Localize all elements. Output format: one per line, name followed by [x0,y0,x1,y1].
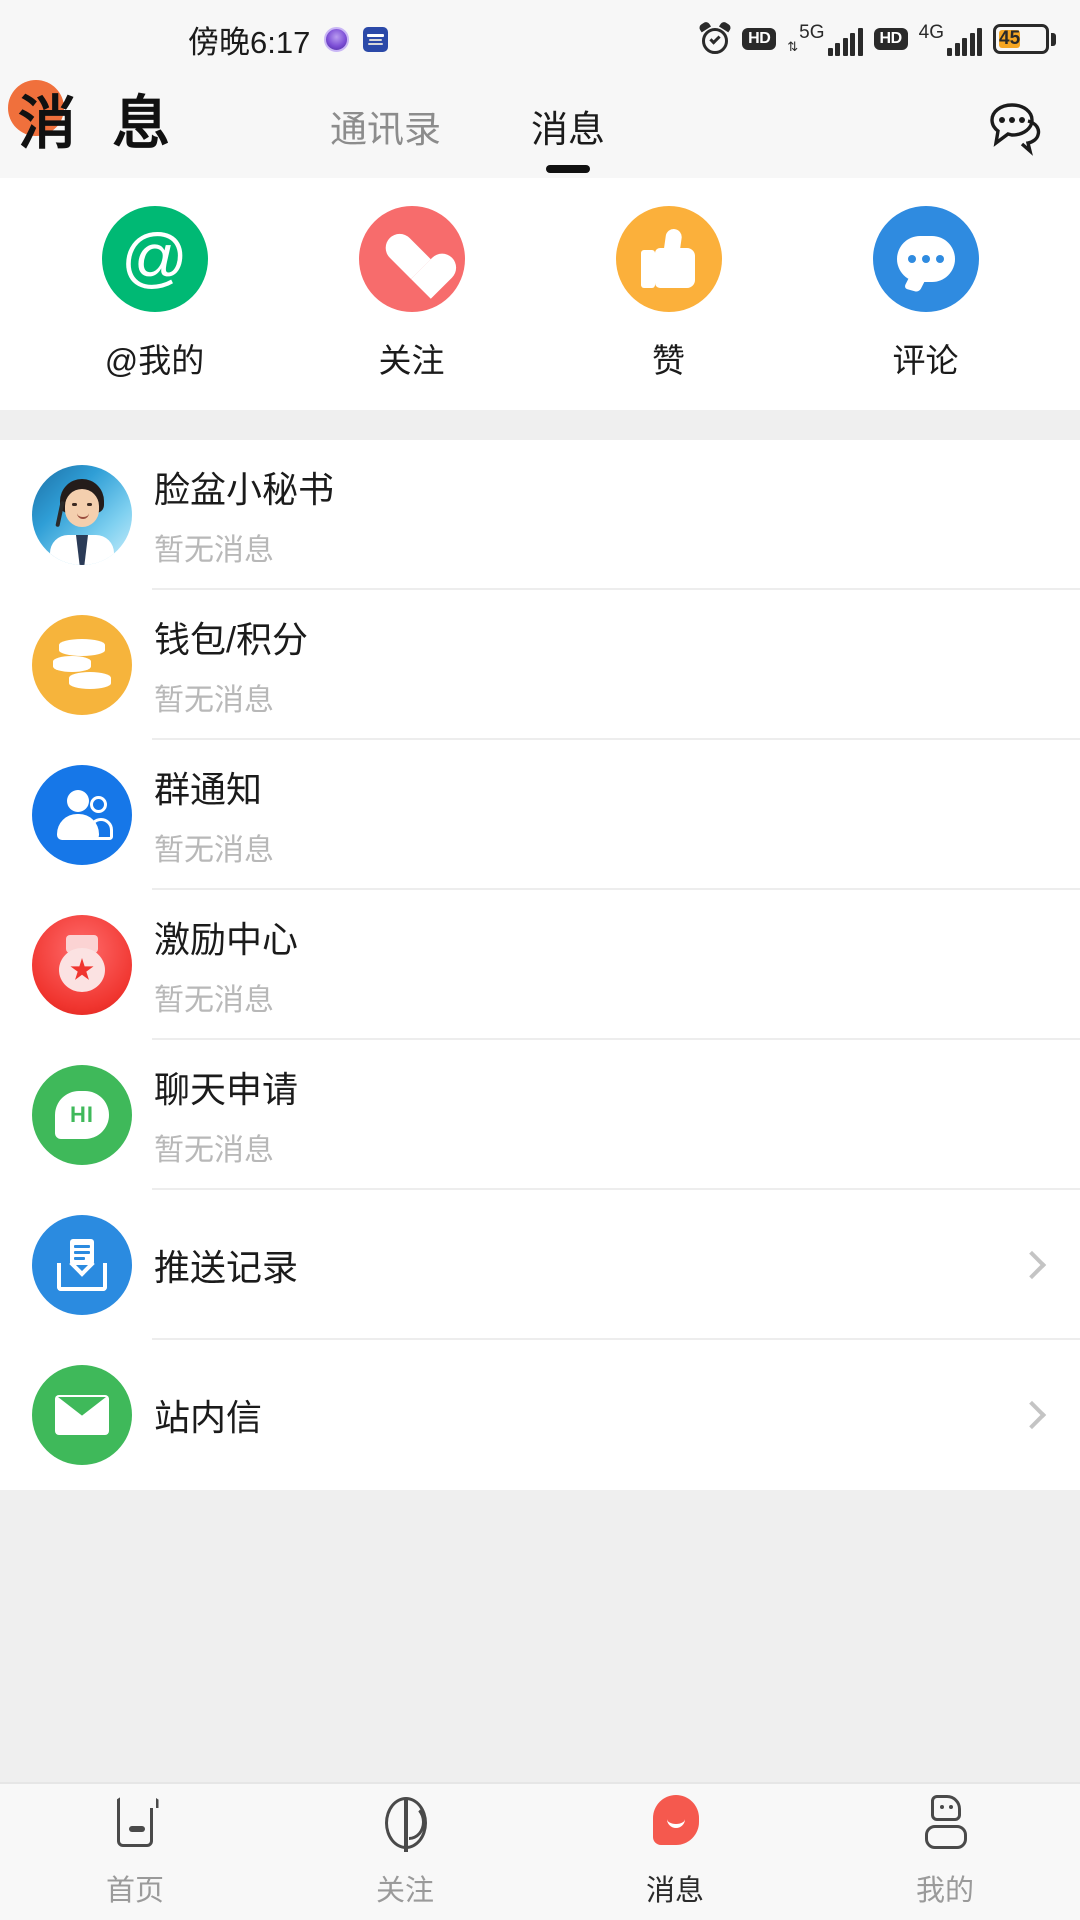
app-notification-icon-1 [324,26,350,52]
tab-contacts-label: 通讯录 [330,109,441,150]
list-item[interactable]: 激励中心 暂无消息 [0,890,1080,1040]
app-header: 消 息 通讯录 消息 [0,78,1080,178]
quick-action-label-1: 关注 [378,342,445,379]
push-inbox-icon [32,1215,132,1315]
list-item[interactable]: 脸盆小秘书 暂无消息 [0,440,1080,590]
comment-bubble-icon [872,206,979,312]
header-tabs: 通讯录 消息 [330,78,605,178]
list-item-title: 脸盆小秘书 [154,469,335,510]
quick-action-comments[interactable]: 评论 [826,206,1026,382]
list-item[interactable]: HI 聊天申请 暂无消息 [0,1040,1080,1190]
quick-actions-bar: @ @我的 关注 赞 评论 [0,178,1080,410]
quick-action-label-2: 赞 [652,342,685,379]
list-item-subtitle: 暂无消息 [154,1134,274,1167]
signal-bars-1 [827,27,863,56]
heart-plus-icon [358,206,465,312]
nav-item-home[interactable]: 首页 [0,1795,270,1909]
app-notification-icon-2 [363,26,389,52]
nav-item-messages[interactable]: 消息 [540,1795,810,1909]
page-title: 消 息 [18,91,181,156]
list-item-title: 站内信 [154,1397,263,1438]
list-item-title: 推送记录 [154,1247,299,1288]
list-item-subtitle: 暂无消息 [154,534,274,567]
nav-label-follow: 关注 [375,1875,434,1907]
nav-item-profile[interactable]: 我的 [810,1795,1080,1909]
status-bar-left: 傍晚6:17 [188,0,389,78]
tab-active-underline [546,165,590,173]
coins-icon [32,615,132,715]
thumbs-up-icon [615,206,722,312]
home-icon [105,1795,165,1853]
chat-bubbles-icon[interactable] [984,99,1048,157]
quick-action-label-3: 评论 [892,342,959,379]
signal-5g: ⇅ 5G [787,21,863,56]
group-people-icon [32,765,132,865]
battery-icon: 45 [993,24,1056,54]
status-bar: 傍晚6:17 HD ⇅ 5G HD 4G 45 [0,0,1080,78]
medal-star-icon [32,915,132,1015]
list-item[interactable]: 钱包/积分 暂无消息 [0,590,1080,740]
bottom-navigation: 首页 关注 消息 我的 [0,1782,1080,1920]
status-bar-right: HD ⇅ 5G HD 4G 45 [698,0,1056,78]
follow-icon [375,1795,435,1853]
customer-service-avatar [32,465,132,565]
list-item[interactable]: 推送记录 [0,1190,1080,1340]
signal-bars-2 [947,27,982,56]
list-item-subtitle: 暂无消息 [154,984,274,1017]
tab-contacts[interactable]: 通讯录 [330,99,441,157]
hd-icon-1: HD [742,28,777,50]
list-item[interactable]: 站内信 [0,1340,1080,1490]
nav-label-messages: 消息 [645,1875,704,1907]
alarm-clock-icon [698,20,733,55]
tab-messages[interactable]: 消息 [531,99,605,173]
tab-messages-label: 消息 [531,109,605,150]
status-time: 傍晚6:17 [188,24,311,60]
list-item-title: 激励中心 [154,919,299,960]
at-icon: @ [101,206,208,312]
quick-action-label-0: @我的 [104,342,205,379]
empty-space [0,1490,1080,1776]
section-divider [0,410,1080,440]
signal-4g: 4G [919,23,982,56]
message-bubble-icon [645,1795,705,1853]
hi-bubble-icon: HI [32,1065,132,1165]
chevron-right-icon [1017,1400,1047,1430]
list-item-subtitle: 暂无消息 [154,834,274,867]
network-label-5g: 5G [799,21,825,43]
profile-icon [915,1795,975,1853]
list-item-title: 聊天申请 [154,1069,299,1110]
nav-label-profile: 我的 [915,1875,974,1907]
list-item-title: 群通知 [154,769,263,810]
list-item-title: 钱包/积分 [154,619,309,660]
nav-item-follow[interactable]: 关注 [270,1795,540,1909]
quick-action-follow[interactable]: 关注 [312,206,512,382]
nav-label-home: 首页 [105,1875,164,1907]
hd-icon-2: HD [873,28,908,50]
chevron-right-icon [1017,1250,1047,1280]
list-item[interactable]: 群通知 暂无消息 [0,740,1080,890]
battery-level: 45 [999,28,1021,49]
message-list: 脸盆小秘书 暂无消息 钱包/积分 暂无消息 群通知 暂无消息 激励中心 暂无消息 [0,440,1080,1490]
quick-action-likes[interactable]: 赞 [569,206,769,382]
envelope-icon [32,1365,132,1465]
list-item-subtitle: 暂无消息 [154,684,274,717]
network-label-4g: 4G [918,21,944,43]
quick-action-at-mine[interactable]: @ @我的 [55,206,255,382]
